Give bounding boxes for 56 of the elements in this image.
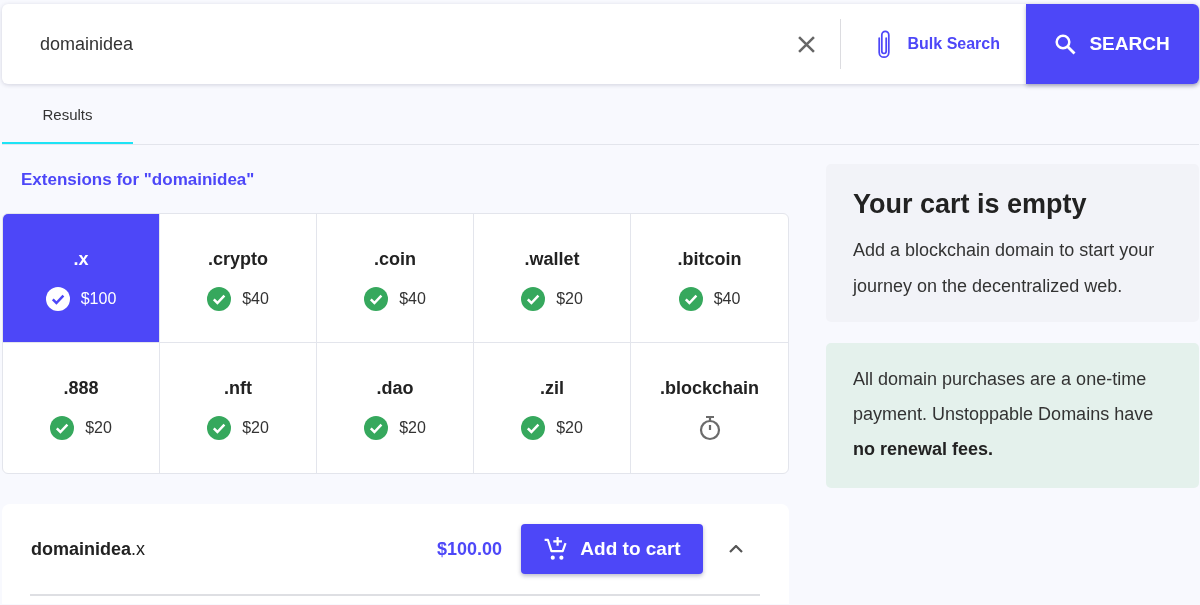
extension-option[interactable]: .bitcoin $40 (631, 214, 788, 343)
extension-name: .crypto (208, 248, 268, 270)
extension-option[interactable]: .nft $20 (160, 343, 317, 473)
chevron-up-icon (729, 545, 743, 553)
check-circle-icon (45, 287, 70, 311)
extension-price: $40 (713, 290, 741, 308)
paperclip-icon (877, 29, 890, 59)
check-circle-icon (521, 416, 546, 440)
check-circle-icon (678, 287, 703, 311)
extension-name: .dao (376, 377, 414, 399)
check-circle-icon (207, 287, 232, 311)
extension-option[interactable]: .coin $40 (317, 214, 474, 343)
extension-option[interactable]: .blockchain (631, 343, 788, 473)
extension-price: $20 (399, 419, 426, 437)
search-field[interactable]: domainidea (2, 24, 789, 64)
check-circle-icon (50, 416, 75, 440)
extension-name: .wallet (524, 248, 580, 270)
cart-description: Add a blockchain domain to start your journey on the decentralized web. (853, 239, 1156, 298)
notice-text: All domain purchases are a one-time payment. Unstoppable Domains have no renewal fees. (853, 368, 1155, 461)
stopwatch-icon (697, 415, 722, 441)
cart-plus-icon (543, 536, 570, 562)
domain-name: domainidea.x (31, 538, 147, 560)
extension-name: .zil (540, 377, 564, 399)
check-circle-icon (364, 287, 389, 311)
extension-option[interactable]: .crypto $40 (160, 214, 317, 343)
search-box[interactable]: domainidea Bulk Search SEARCH (2, 4, 1199, 84)
search-icon (1055, 33, 1077, 55)
extension-name: .bitcoin (677, 248, 742, 270)
extension-price: $40 (399, 290, 426, 308)
domain-price: $100.00 (436, 538, 502, 560)
extension-price: $100 (80, 290, 117, 308)
results-tab[interactable]: Results (2, 84, 133, 144)
add-to-cart-button[interactable]: Add to cart (521, 524, 703, 574)
extension-option[interactable]: .wallet $20 (474, 214, 631, 343)
extension-option[interactable]: .x $100 (3, 214, 160, 343)
extension-option[interactable]: .dao $20 (317, 343, 474, 473)
close-icon (798, 35, 815, 53)
extension-name: .x (73, 248, 89, 270)
extension-option[interactable]: .888 $20 (3, 343, 160, 473)
extension-name: .888 (63, 377, 99, 399)
extension-name: .coin (374, 248, 416, 270)
extension-price: $20 (556, 290, 583, 308)
search-button[interactable]: SEARCH (1026, 4, 1199, 84)
extension-price: $20 (85, 419, 112, 437)
check-circle-icon (364, 416, 389, 440)
extensions-heading: Extensions for "domainidea" (20, 169, 256, 190)
extension-name: .blockchain (660, 377, 759, 399)
extension-price: $20 (242, 419, 269, 437)
extension-price: $40 (242, 290, 269, 308)
cart-title: Your cart is empty (853, 188, 1088, 220)
check-circle-icon (207, 416, 232, 440)
bulk-search-button[interactable]: Bulk Search (840, 4, 1026, 84)
extension-name: .nft (224, 377, 252, 399)
check-circle-icon (521, 287, 546, 311)
extension-option[interactable]: .zil $20 (474, 343, 631, 473)
extension-price: $20 (556, 419, 583, 437)
